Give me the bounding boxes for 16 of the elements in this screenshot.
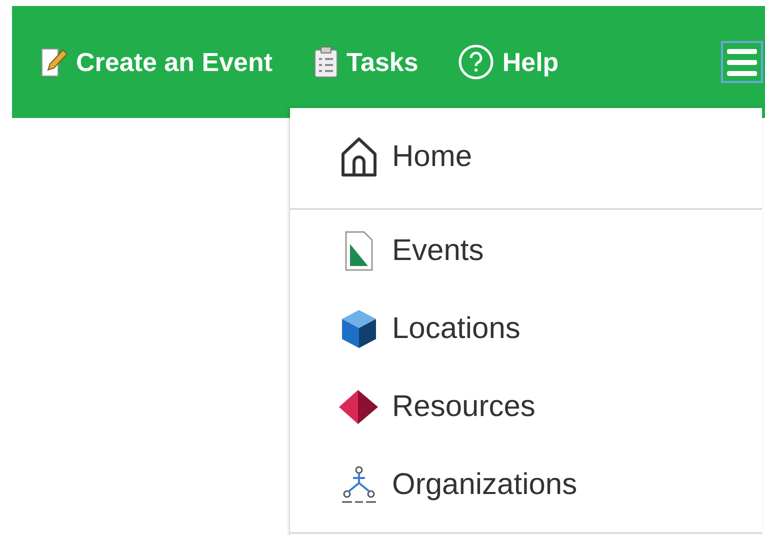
- cube-icon: [339, 308, 379, 350]
- nav-label: Create an Event: [76, 46, 273, 78]
- clipboard-icon: [312, 46, 339, 78]
- hierarchy-icon: [340, 465, 378, 505]
- nav-label: Tasks: [346, 46, 418, 78]
- help-icon: [458, 44, 494, 80]
- menu-item[interactable]: Events: [290, 212, 762, 290]
- menu-button[interactable]: [721, 41, 763, 83]
- menu-item[interactable]: Resources: [290, 368, 762, 446]
- home-icon: [339, 136, 379, 178]
- pyramid-icon: [338, 388, 380, 426]
- menu-item[interactable]: Home: [290, 118, 762, 196]
- pencil-icon: [40, 46, 68, 78]
- menu-item[interactable]: Organizations: [290, 446, 762, 524]
- menu-item[interactable]: Locations: [290, 290, 762, 368]
- nav-label: Help: [502, 46, 559, 78]
